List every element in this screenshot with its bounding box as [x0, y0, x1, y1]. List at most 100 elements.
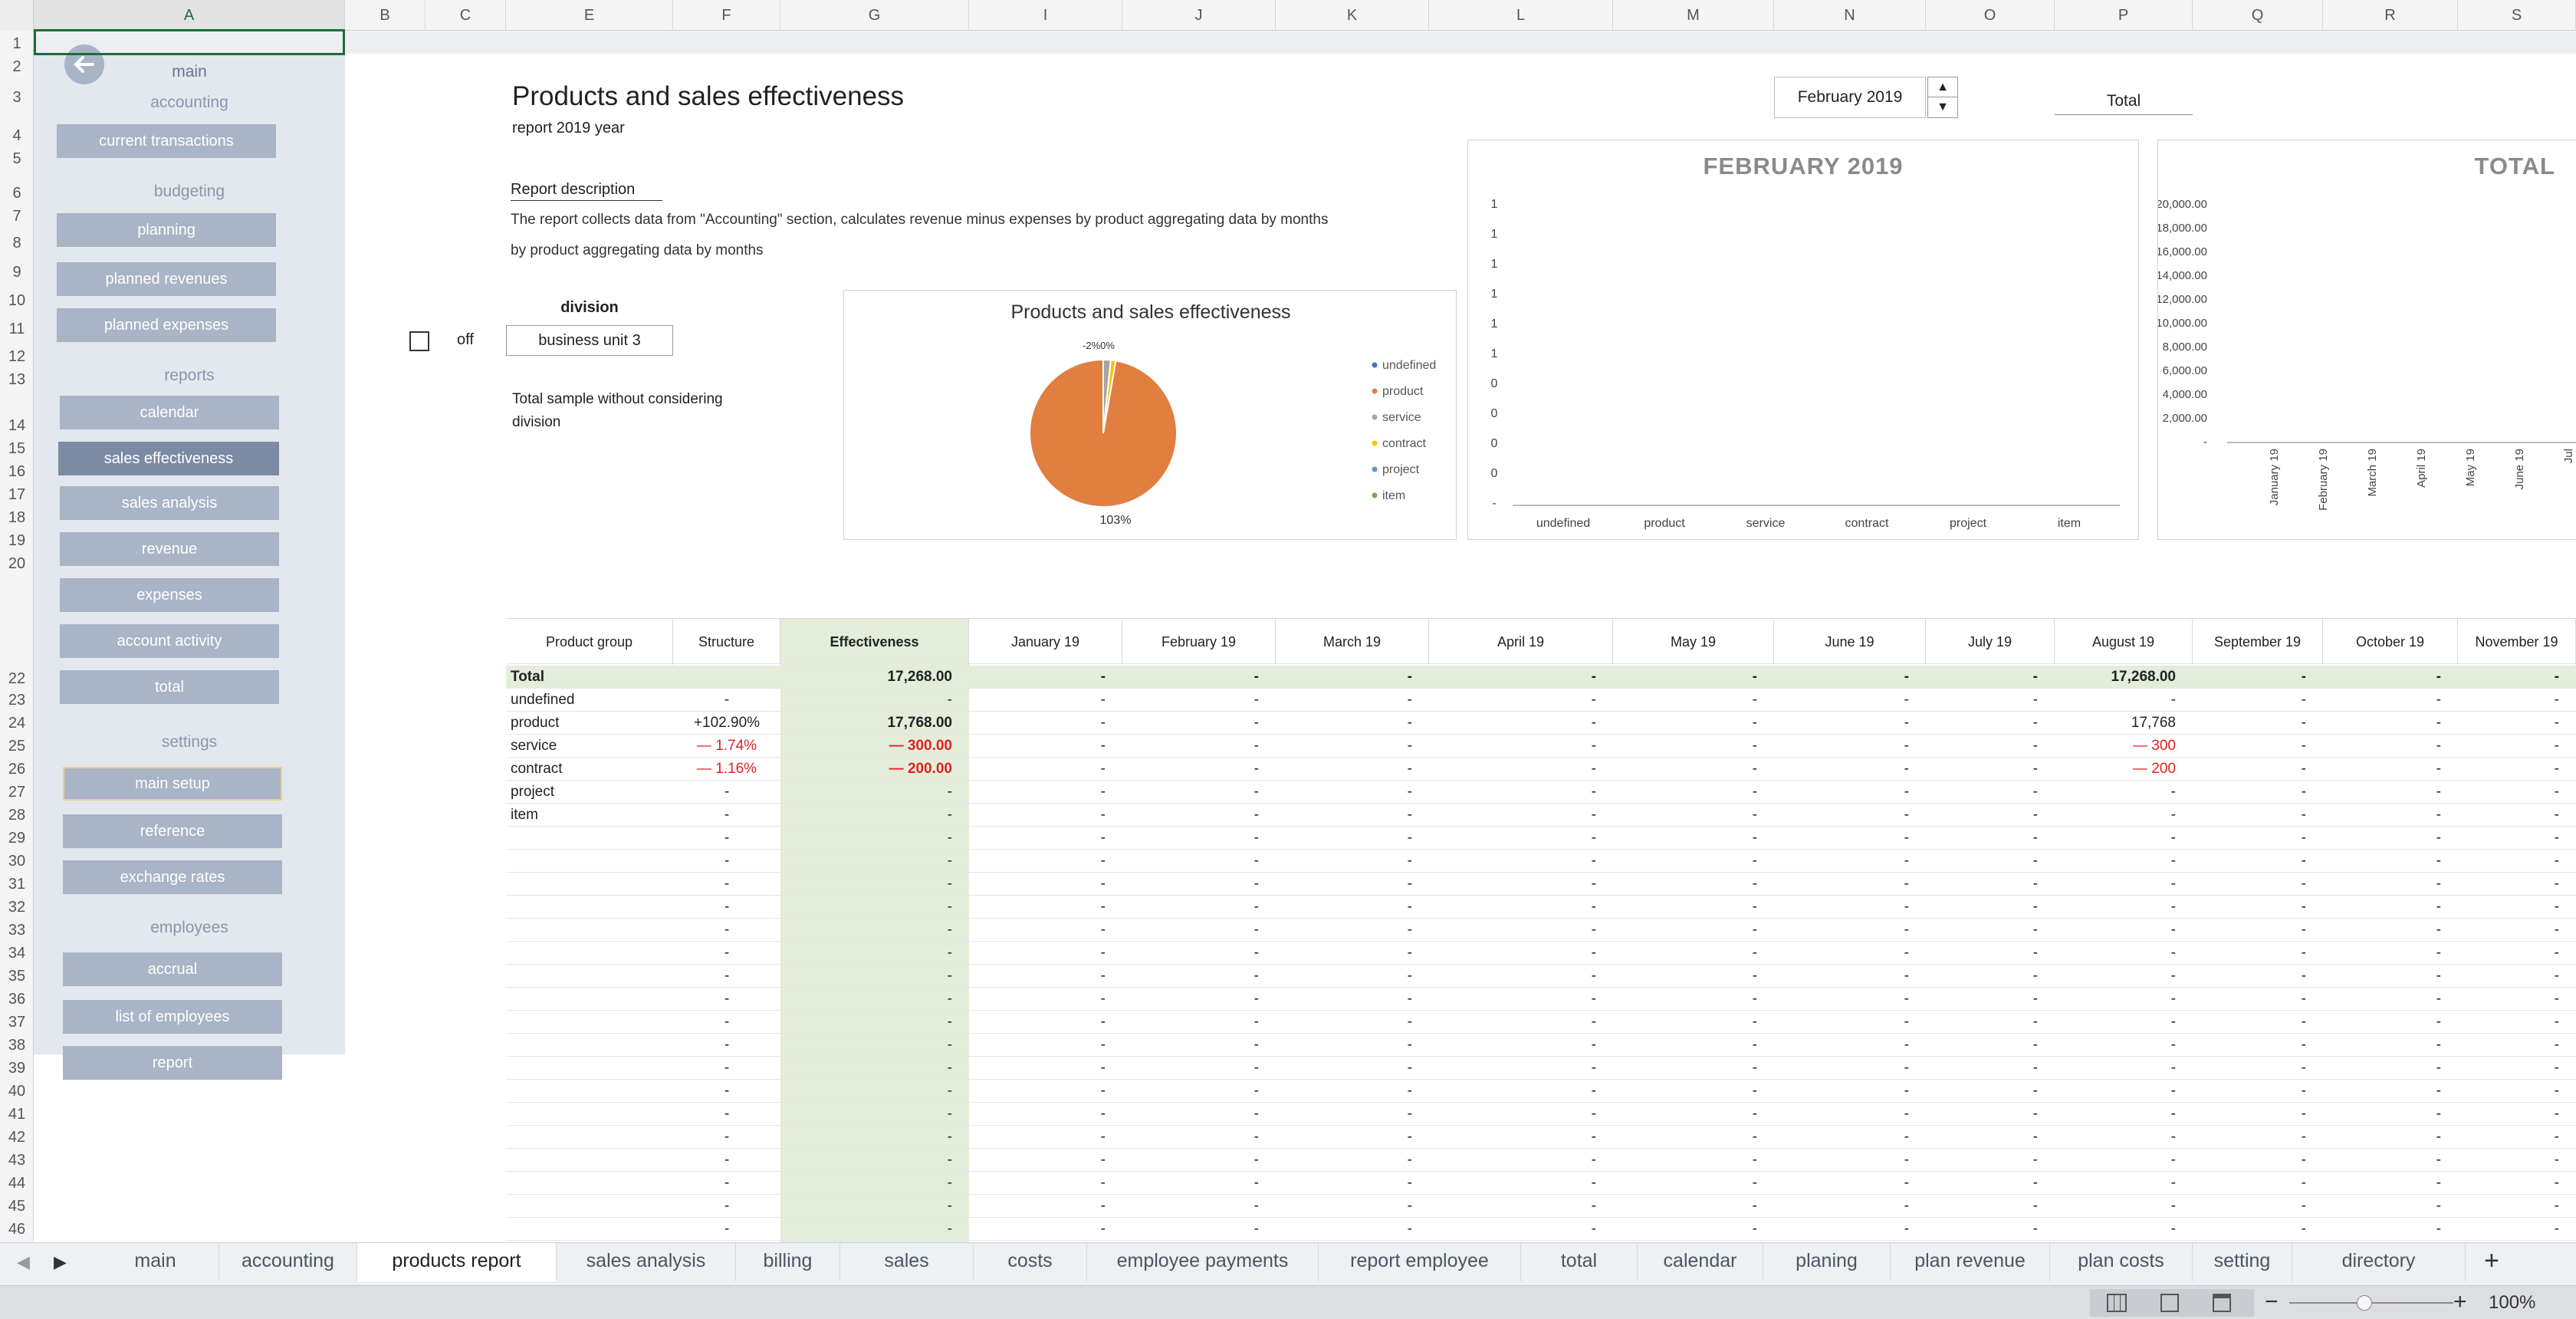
row-header-19[interactable]: 19	[0, 532, 34, 550]
row-header-4[interactable]: 4	[0, 127, 34, 145]
row-header-32[interactable]: 32	[0, 899, 34, 916]
column-header-L[interactable]: L	[1429, 0, 1613, 31]
column-header-M[interactable]: M	[1613, 0, 1774, 31]
sidebar-item-current-transactions[interactable]: current transactions	[57, 124, 276, 158]
tab-scroll-left-icon[interactable]: ◀	[17, 1252, 30, 1272]
row-header-29[interactable]: 29	[0, 830, 34, 847]
row-header-7[interactable]: 7	[0, 208, 34, 225]
column-header-N[interactable]: N	[1774, 0, 1926, 31]
column-header-C[interactable]: C	[426, 0, 506, 31]
row-header-34[interactable]: 34	[0, 945, 34, 962]
tab-sales[interactable]: sales	[840, 1243, 974, 1281]
sidebar-item-main-setup[interactable]: main setup	[63, 767, 282, 801]
row-header-17[interactable]: 17	[0, 486, 34, 504]
column-header-A[interactable]: A	[34, 0, 345, 31]
column-header-E[interactable]: E	[506, 0, 673, 31]
tab-plan-revenue[interactable]: plan revenue	[1891, 1243, 2050, 1281]
page-layout-icon[interactable]	[2160, 1294, 2179, 1312]
row-header-20[interactable]: 20	[0, 555, 34, 573]
tab-scroll-right-icon[interactable]: ▶	[54, 1252, 67, 1272]
tab-calendar[interactable]: calendar	[1638, 1243, 1763, 1281]
tab-report-employee[interactable]: report employee	[1319, 1243, 1521, 1281]
row-header-13[interactable]: 13	[0, 371, 34, 389]
row-header-44[interactable]: 44	[0, 1175, 34, 1192]
sidebar-item-reference[interactable]: reference	[63, 814, 282, 848]
row-header-5[interactable]: 5	[0, 150, 34, 168]
row-header-24[interactable]: 24	[0, 715, 34, 732]
row-header-2[interactable]: 2	[0, 58, 34, 76]
sidebar-item-planned-revenues[interactable]: planned revenues	[57, 262, 276, 296]
row-header-15[interactable]: 15	[0, 440, 34, 458]
row-header-45[interactable]: 45	[0, 1198, 34, 1215]
sidebar-item-total[interactable]: total	[60, 670, 279, 704]
zoom-out-icon[interactable]: −	[2265, 1289, 2279, 1315]
sidebar-item-planning[interactable]: planning	[57, 213, 276, 247]
page-break-icon[interactable]	[2213, 1294, 2231, 1312]
tab-total[interactable]: total	[1521, 1243, 1638, 1281]
row-header-8[interactable]: 8	[0, 235, 34, 252]
row-header-12[interactable]: 12	[0, 348, 34, 366]
row-header-23[interactable]: 23	[0, 692, 34, 709]
row-header-46[interactable]: 46	[0, 1221, 34, 1238]
sidebar-item-account-activity[interactable]: account activity	[60, 624, 279, 658]
row-header-16[interactable]: 16	[0, 463, 34, 481]
row-header-38[interactable]: 38	[0, 1037, 34, 1054]
row-header-31[interactable]: 31	[0, 876, 34, 893]
spin-down-icon[interactable]: ▼	[1928, 97, 1957, 117]
row-header-9[interactable]: 9	[0, 264, 34, 281]
tab-costs[interactable]: costs	[974, 1243, 1087, 1281]
zoom-slider-thumb[interactable]	[2357, 1295, 2372, 1311]
row-header-43[interactable]: 43	[0, 1152, 34, 1169]
sidebar-item-sales-analysis[interactable]: sales analysis	[60, 486, 279, 520]
sidebar-item-list-of-employees[interactable]: list of employees	[63, 1000, 282, 1034]
column-header-I[interactable]: I	[969, 0, 1122, 31]
sidebar-item-sales-effectiveness[interactable]: sales effectiveness	[58, 442, 279, 475]
select-all-corner[interactable]	[0, 0, 34, 31]
row-header-33[interactable]: 33	[0, 922, 34, 939]
column-header-Q[interactable]: Q	[2193, 0, 2323, 31]
sidebar-item-planned-expenses[interactable]: planned expenses	[57, 308, 276, 342]
zoom-in-icon[interactable]: +	[2453, 1289, 2467, 1315]
spin-up-icon[interactable]: ▲	[1928, 77, 1957, 97]
sidebar-item-accrual[interactable]: accrual	[63, 952, 282, 986]
row-header-27[interactable]: 27	[0, 784, 34, 801]
tab-billing[interactable]: billing	[736, 1243, 840, 1281]
sidebar-item-report[interactable]: report	[63, 1046, 282, 1080]
row-header-39[interactable]: 39	[0, 1060, 34, 1077]
tab-sales-analysis[interactable]: sales analysis	[557, 1243, 736, 1281]
row-header-25[interactable]: 25	[0, 738, 34, 755]
column-header-F[interactable]: F	[673, 0, 780, 31]
row-header-41[interactable]: 41	[0, 1106, 34, 1123]
column-header-S[interactable]: S	[2458, 0, 2576, 31]
column-header-R[interactable]: R	[2323, 0, 2458, 31]
column-header-O[interactable]: O	[1926, 0, 2055, 31]
row-header-11[interactable]: 11	[0, 321, 34, 338]
tab-main[interactable]: main	[92, 1243, 219, 1281]
row-header-3[interactable]: 3	[0, 89, 34, 107]
row-header-37[interactable]: 37	[0, 1014, 34, 1031]
normal-view-icon[interactable]	[2107, 1294, 2127, 1312]
row-header-18[interactable]: 18	[0, 509, 34, 527]
column-header-G[interactable]: G	[780, 0, 969, 31]
division-checkbox[interactable]	[409, 331, 429, 351]
tab-accounting[interactable]: accounting	[219, 1243, 357, 1281]
tab-directory[interactable]: directory	[2292, 1243, 2466, 1281]
row-header-26[interactable]: 26	[0, 761, 34, 778]
row-header-30[interactable]: 30	[0, 853, 34, 870]
tab-employee-payments[interactable]: employee payments	[1087, 1243, 1319, 1281]
column-header-P[interactable]: P	[2055, 0, 2193, 31]
sidebar-item-revenue[interactable]: revenue	[60, 532, 279, 566]
row-header-22[interactable]: 22	[0, 670, 34, 688]
sidebar-item-expenses[interactable]: expenses	[60, 578, 279, 612]
add-sheet-button[interactable]: +	[2484, 1246, 2499, 1276]
row-header-6[interactable]: 6	[0, 185, 34, 202]
sidebar-item-exchange-rates[interactable]: exchange rates	[63, 860, 282, 894]
row-header-35[interactable]: 35	[0, 968, 34, 985]
row-header-10[interactable]: 10	[0, 292, 34, 310]
row-header-14[interactable]: 14	[0, 417, 34, 435]
row-header-36[interactable]: 36	[0, 991, 34, 1008]
column-header-B[interactable]: B	[345, 0, 426, 31]
row-header-42[interactable]: 42	[0, 1129, 34, 1146]
row-header-1[interactable]: 1	[0, 35, 34, 53]
tab-plan-costs[interactable]: plan costs	[2050, 1243, 2193, 1281]
